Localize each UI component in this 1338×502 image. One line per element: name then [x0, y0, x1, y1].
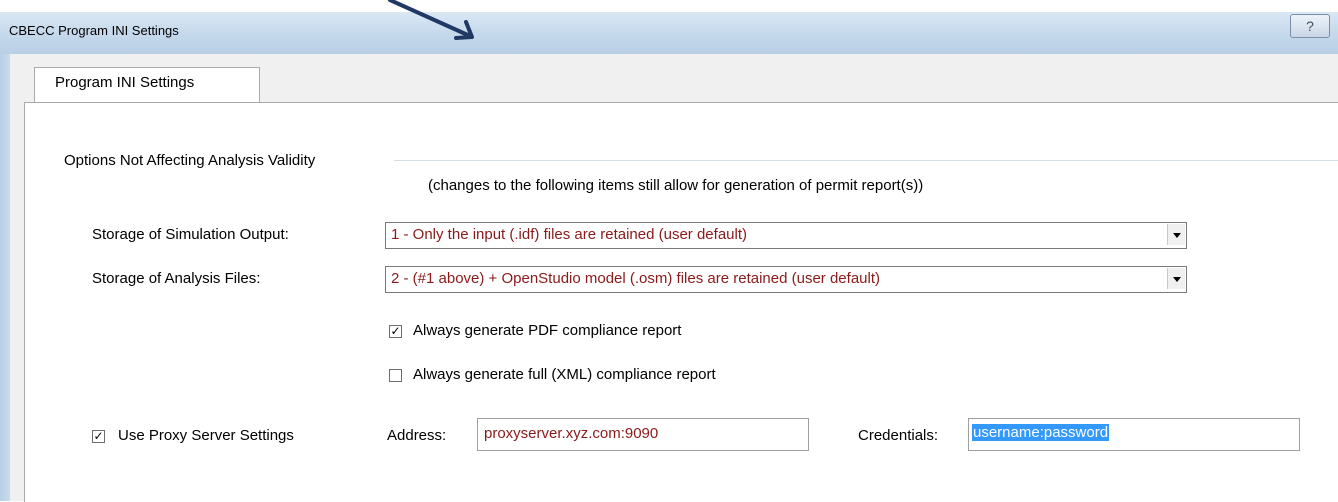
xml-report-label: Always generate full (XML) compliance re… [413, 366, 716, 383]
address-value: proxyserver.xyz.com:9090 [484, 425, 659, 442]
xml-report-checkbox[interactable] [389, 369, 402, 382]
simulation-output-label: Storage of Simulation Output: [92, 226, 289, 243]
title-bar [0, 12, 1338, 54]
window-frame [0, 54, 10, 501]
address-label: Address: [387, 427, 447, 444]
pdf-report-label: Always generate PDF compliance report [413, 322, 682, 339]
annotation-arrow-icon [388, 0, 474, 40]
analysis-files-value: 2 - (#1 above) + OpenStudio model (.osm)… [391, 270, 880, 287]
simulation-output-value: 1 - Only the input (.idf) files are reta… [391, 226, 748, 243]
credentials-label: Credentials: [858, 427, 939, 444]
help-button[interactable]: ? [1290, 14, 1330, 38]
credentials-input[interactable]: username:password [968, 418, 1300, 451]
address-input[interactable]: proxyserver.xyz.com:9090 [477, 418, 809, 451]
tab-label: Program INI Settings [55, 74, 195, 91]
dropdown-arrow-icon[interactable] [1167, 224, 1185, 245]
proxy-checkbox[interactable]: ✓ [92, 430, 105, 443]
analysis-files-select[interactable]: 2 - (#1 above) + OpenStudio model (.osm)… [385, 266, 1187, 293]
proxy-label: Use Proxy Server Settings [118, 427, 294, 444]
group-divider [394, 160, 1338, 161]
dropdown-arrow-icon[interactable] [1167, 268, 1185, 289]
group-title: Options Not Affecting Analysis Validity [64, 152, 316, 169]
pdf-report-checkbox[interactable]: ✓ [389, 325, 402, 338]
window-title: CBECC Program INI Settings [9, 23, 179, 38]
analysis-files-label: Storage of Analysis Files: [92, 270, 261, 287]
simulation-output-select[interactable]: 1 - Only the input (.idf) files are reta… [385, 222, 1187, 249]
credentials-value: username:password [972, 424, 1110, 441]
group-note: (changes to the following items still al… [428, 177, 924, 194]
